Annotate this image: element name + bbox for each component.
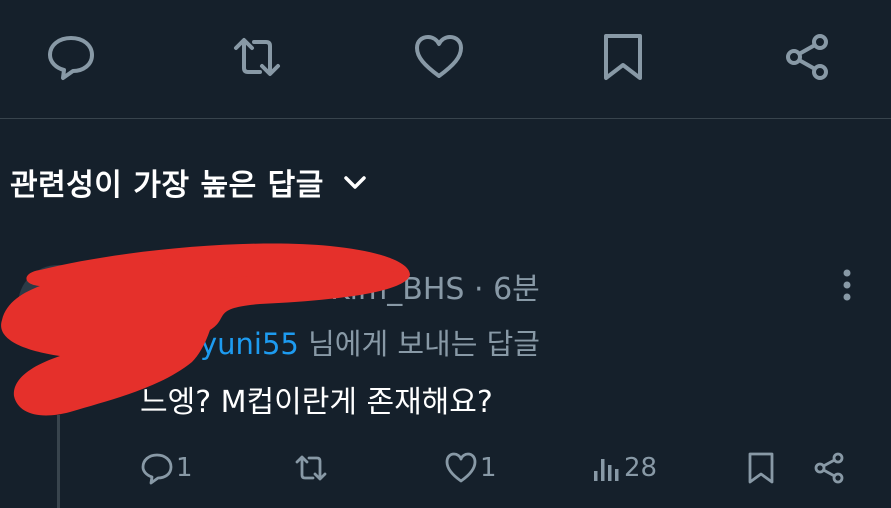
- views-icon: [592, 451, 622, 485]
- reply-text: 느엥? M컵이란게 존재해요?: [140, 385, 493, 420]
- thread-line: [57, 415, 60, 508]
- header-separator: ·: [473, 272, 484, 307]
- share-button[interactable]: [812, 448, 846, 488]
- reply-count: 1: [176, 453, 193, 483]
- chevron-down-icon: [342, 169, 368, 195]
- reply-sort-selector[interactable]: 관련성이 가장 높은 답글: [10, 160, 368, 204]
- avatar[interactable]: [18, 265, 98, 345]
- reply-header: Kim_BHS · 6분: [330, 264, 540, 308]
- share-icon: [812, 451, 846, 485]
- bookmark-icon: [744, 451, 778, 485]
- sort-label: 관련성이 가장 높은 답글: [10, 168, 324, 203]
- bookmark-button[interactable]: [744, 448, 778, 488]
- like-icon[interactable]: [414, 32, 464, 82]
- bookmark-icon[interactable]: [598, 32, 648, 82]
- reply-icon: [140, 451, 174, 485]
- retweet-icon[interactable]: [232, 32, 282, 82]
- like-count: 1: [480, 453, 497, 483]
- retweet-button[interactable]: [294, 448, 328, 488]
- reply-icon[interactable]: [46, 32, 96, 82]
- more-options-icon[interactable]: [832, 265, 862, 305]
- replying-to-line: yuni55 님에게 보내는 답글: [200, 321, 540, 363]
- retweet-icon: [294, 451, 328, 485]
- tweet-action-bar: [0, 0, 891, 119]
- reply-to-handle[interactable]: yuni55: [200, 327, 299, 361]
- like-icon: [444, 451, 478, 485]
- reply-timestamp[interactable]: 6분: [493, 272, 540, 307]
- reply-button[interactable]: 1: [140, 448, 193, 488]
- share-icon[interactable]: [782, 32, 832, 82]
- view-count: 28: [624, 453, 658, 483]
- reply-to-suffix: 님에게 보내는 답글: [308, 327, 540, 361]
- like-button[interactable]: 1: [444, 448, 497, 488]
- reply-username[interactable]: Kim_BHS: [330, 272, 464, 307]
- views-button[interactable]: 28: [592, 448, 657, 488]
